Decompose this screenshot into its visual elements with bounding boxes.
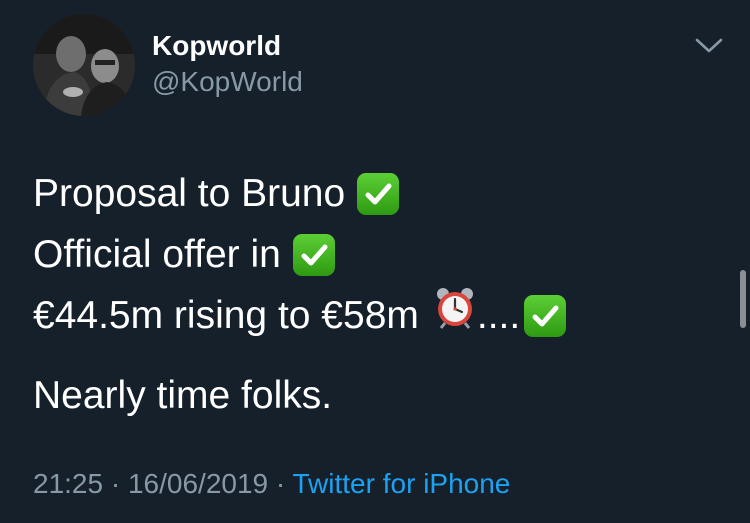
tweet-paragraph: Nearly time folks. <box>33 374 333 417</box>
chevron-down-icon[interactable] <box>694 34 724 58</box>
display-name[interactable]: Kopworld <box>152 30 281 62</box>
tweet-line: €44.5m rising to €58m .... <box>33 285 567 347</box>
tweet-line-text: .... <box>476 294 521 337</box>
tweet-line: Proposal to Bruno <box>33 163 566 224</box>
scrollbar[interactable] <box>740 270 746 328</box>
white-check-mark-icon <box>524 294 567 337</box>
alarm-clock-icon <box>433 285 477 347</box>
source-link[interactable]: Twitter for iPhone <box>293 468 511 499</box>
tweet-line: Official offer in <box>33 224 566 285</box>
tweet-date[interactable]: 16/06/2019 <box>128 468 268 499</box>
tweet-line-text: €44.5m rising to €58m <box>33 294 419 337</box>
tweet-meta: 21:25 · 16/06/2019 · Twitter for iPhone <box>33 468 510 500</box>
meta-separator: · <box>268 468 293 499</box>
tweet-body: Proposal to Bruno Official offer in €44.… <box>33 163 567 347</box>
meta-separator: · <box>103 468 128 499</box>
tweet-time[interactable]: 21:25 <box>33 468 103 499</box>
tweet-line-text: Proposal to Bruno <box>33 172 346 215</box>
white-check-mark-icon <box>292 233 335 276</box>
user-handle[interactable]: @KopWorld <box>152 66 303 98</box>
tweet-line-text: Official offer in <box>33 233 281 276</box>
tweet: Kopworld @KopWorld Proposal to Bruno Off… <box>0 0 750 523</box>
avatar[interactable] <box>33 14 135 116</box>
white-check-mark-icon <box>357 172 400 215</box>
